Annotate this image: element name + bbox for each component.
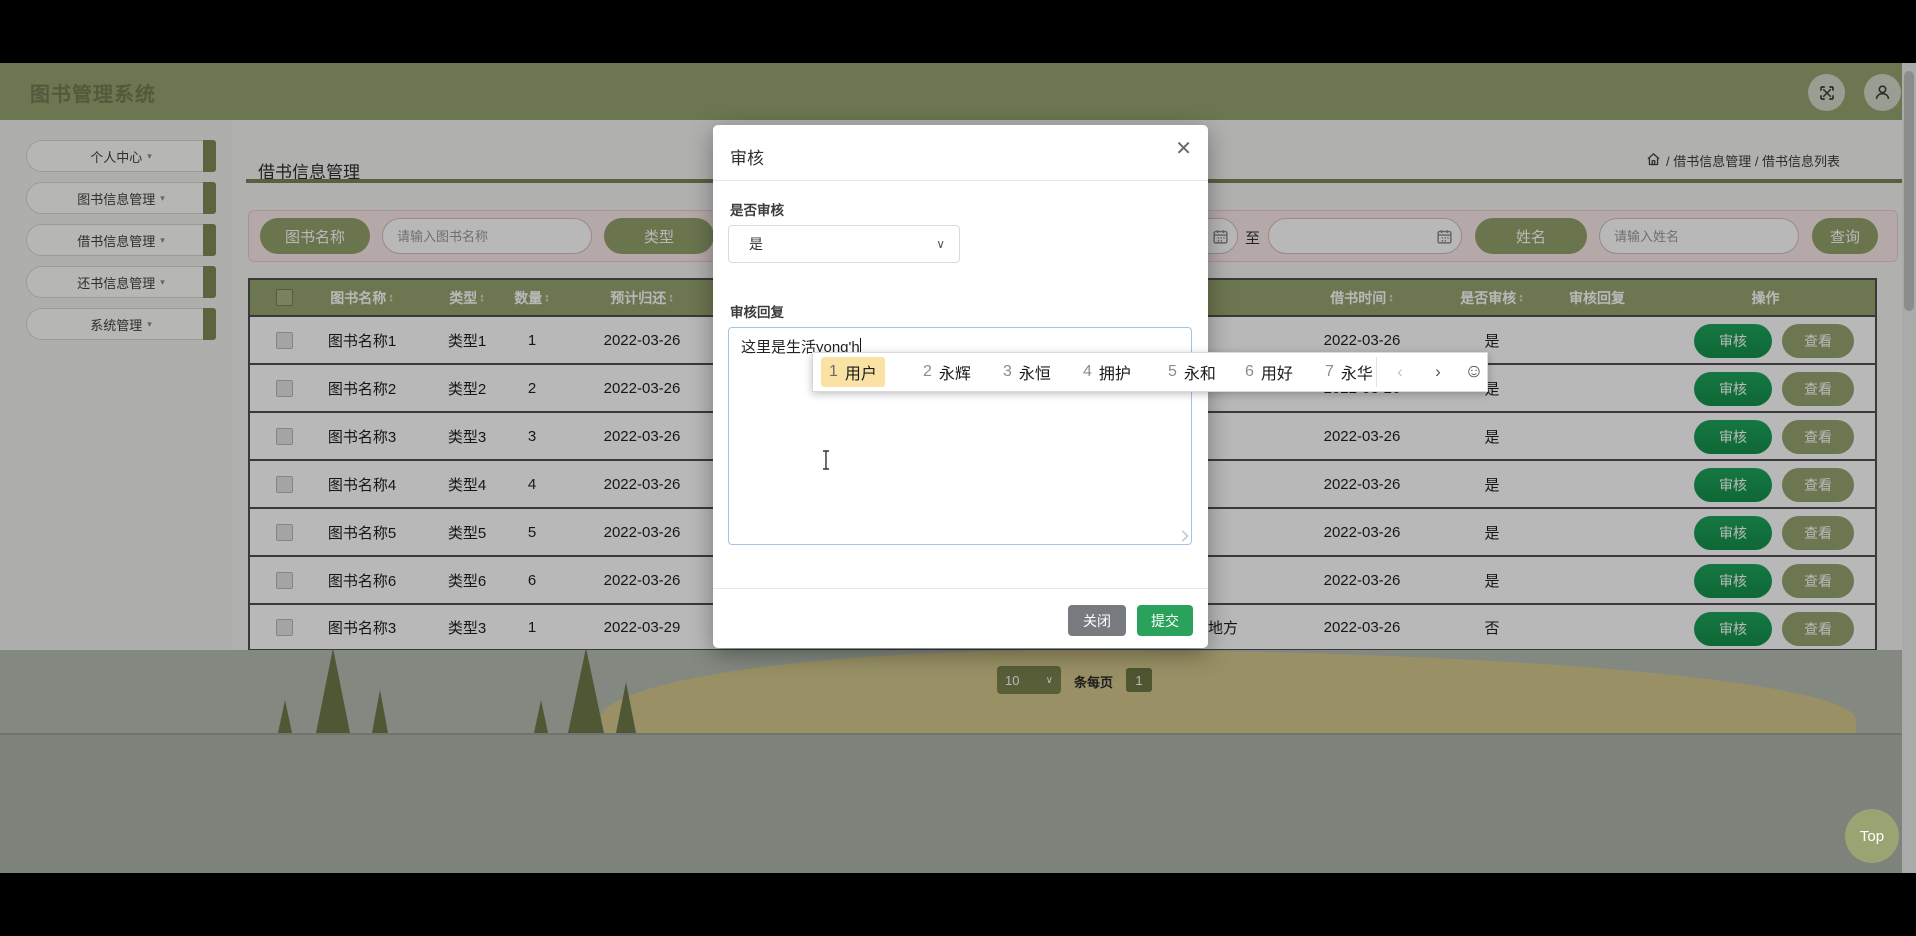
textarea-resize-handle[interactable]	[1177, 530, 1189, 542]
screen: 图书管理系统 个人中心 ▾ 图书信息管理 ▾ 借书信息管理 ▾ 还书信息管理 ▾…	[0, 0, 1916, 936]
dialog-close-button[interactable]: 关闭	[1068, 605, 1126, 636]
ime-candidate[interactable]: 1 用户	[821, 357, 885, 387]
dialog-submit-button[interactable]: 提交	[1137, 605, 1193, 636]
ime-candidate[interactable]: 3 永恒	[995, 353, 1059, 391]
audit-select-value: 是	[749, 236, 763, 252]
dialog-footer-divider	[713, 588, 1208, 589]
dialog-header-divider	[713, 180, 1208, 181]
ime-candidate[interactable]: 5 永和	[1160, 353, 1224, 391]
ime-candidate[interactable]: 6 用好	[1237, 353, 1301, 391]
ime-candidate-bar: 1 用户 2 永辉 3 永恒 4 拥护 5 永和 6 用好 7 永华 ‹ › ☺	[812, 352, 1488, 392]
mouse-cursor-ibeam	[821, 450, 831, 470]
ime-divider	[1376, 357, 1377, 387]
ime-emoji-icon[interactable]: ☺	[1461, 353, 1487, 391]
audit-select[interactable]: 是 ∨	[728, 225, 960, 263]
audit-select-label: 是否审核	[730, 203, 784, 218]
close-icon[interactable]: ✕	[1175, 139, 1192, 159]
dialog-title: 审核	[730, 149, 764, 168]
ime-candidate[interactable]: 2 永辉	[915, 353, 979, 391]
ime-prev-page-icon[interactable]: ‹	[1385, 353, 1415, 391]
back-to-top-button[interactable]: Top	[1845, 809, 1899, 863]
ime-next-page-icon[interactable]: ›	[1423, 353, 1453, 391]
ime-candidate[interactable]: 4 拥护	[1075, 353, 1139, 391]
chevron-down-icon: ∨	[936, 237, 945, 251]
ime-candidate[interactable]: 7 永华	[1317, 353, 1381, 391]
reply-label: 审核回复	[730, 305, 784, 320]
